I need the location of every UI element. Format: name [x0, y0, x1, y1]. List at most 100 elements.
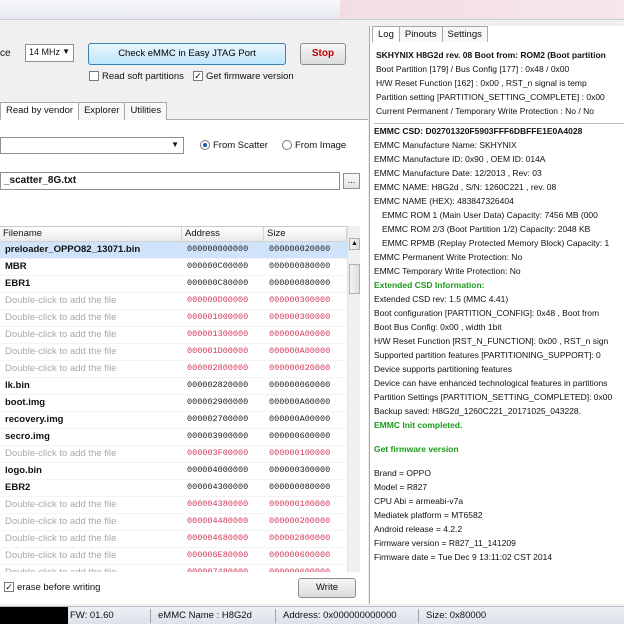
clock-speed-select[interactable]: 14 MHz ▼: [25, 44, 74, 62]
table-row[interactable]: EBR1 000000C80000 000000080000: [0, 276, 347, 293]
table-row[interactable]: boot.img 000002900000 000000A00000: [0, 395, 347, 412]
tab-read-by-vendor[interactable]: Read by vendor: [0, 102, 80, 120]
log-line: Backup saved: H8G2d_1260C221_20171025_04…: [374, 406, 582, 416]
log-line: EMMC ROM 1 (Main User Data) Capacity: 74…: [382, 210, 598, 220]
log-line: Current Permanent / Temporary Write Prot…: [376, 106, 594, 116]
row-filename: Double-click to add the file: [5, 499, 117, 510]
row-address: 000003F00000: [187, 448, 249, 458]
row-address: 000000D00000: [187, 295, 249, 305]
log-line: Firmware version = R827_11_141209: [374, 538, 516, 548]
read-soft-partitions-label: Read soft partitions: [102, 71, 184, 82]
erase-before-writing-label: erase before writing: [17, 582, 101, 593]
row-address: 000002820000: [187, 380, 249, 390]
log-line: Model = R827: [374, 482, 428, 492]
from-scatter-label: From Scatter: [213, 140, 268, 151]
tab-utilities[interactable]: Utilities: [124, 102, 168, 120]
table-row[interactable]: Double-click to add the file 000001000000…: [0, 310, 347, 327]
status-fw: FW: 01.60: [70, 610, 114, 621]
table-row[interactable]: Double-click to add the file 000001300000…: [0, 327, 347, 344]
table-row[interactable]: Double-click to add the file 000000D00000…: [0, 293, 347, 310]
log-line: Partition Settings [PARTITION_SETTING_CO…: [374, 392, 613, 402]
row-filename: Double-click to add the file: [5, 295, 117, 306]
row-filename: Double-click to add the file: [5, 346, 117, 357]
tab-explorer[interactable]: Explorer: [78, 102, 126, 120]
checkbox-box: [89, 71, 99, 82]
stop-button[interactable]: Stop: [300, 43, 346, 65]
table-row[interactable]: recovery.img 000002700000 000000A00000: [0, 412, 347, 429]
log-line: H/W Reset Function [162] : 0x00 , RST_n …: [376, 78, 587, 88]
log-spacer: [374, 456, 624, 466]
scatter-file-input[interactable]: _scatter_8G.txt: [0, 172, 340, 190]
table-body: preloader_OPPO82_13071.bin 000000000000 00…: [0, 242, 347, 572]
scrollbar-thumb[interactable]: [349, 264, 360, 294]
row-address: 000007480000: [187, 567, 249, 572]
get-firmware-version-checkbox[interactable]: ✓ Get firmware version: [193, 71, 294, 82]
row-filename: EBR2: [5, 482, 31, 493]
row-filename: Double-click to add the file: [5, 329, 117, 340]
radio-unselected-icon: [282, 140, 292, 151]
table-row[interactable]: Double-click to add the file 000004680000…: [0, 531, 347, 548]
row-size: 000000600000: [269, 550, 331, 560]
table-row[interactable]: logo.bin 000004000000 000000300000: [0, 463, 347, 480]
table-row[interactable]: EBR2 000004300000 000000080000: [0, 480, 347, 497]
status-size: Size: 0x80000: [426, 610, 487, 621]
log-line: CPU Abi = armeabi-v7a: [374, 496, 464, 506]
from-scatter-radio[interactable]: From Scatter: [200, 140, 268, 151]
vendor-select[interactable]: ▼: [0, 137, 184, 154]
checkmark-icon: ✓: [4, 582, 14, 593]
table-scrollbar[interactable]: ▲: [347, 226, 360, 572]
check-emmc-button[interactable]: Check eMMC in Easy JTAG Port: [88, 43, 286, 65]
from-image-radio[interactable]: From Image: [282, 140, 346, 151]
column-header-filename[interactable]: Filename: [0, 227, 182, 241]
status-redacted-block: [0, 607, 68, 624]
tab-log[interactable]: Log: [372, 26, 400, 42]
row-size: 000000600000: [269, 567, 331, 572]
row-filename: Double-click to add the file: [0, 565, 182, 572]
window-top-strip: [0, 0, 624, 20]
log-line: EMMC Temporary Write Protection: No: [374, 266, 521, 276]
table-row[interactable]: secro.img 000003900000 000000600000: [0, 429, 347, 446]
log-line: Boot Partition [179] / Bus Config [177] …: [376, 64, 570, 74]
row-address: 000006E80000: [187, 550, 249, 560]
log-line: EMMC Manufacture ID: 0x90 , OEM ID: 014A: [374, 154, 546, 164]
write-button[interactable]: Write: [298, 578, 356, 598]
tab-settings[interactable]: Settings: [441, 26, 488, 42]
status-emmc-name: eMMC Name : H8G2d: [158, 610, 252, 621]
log-line: EMMC RPMB (Replay Protected Memory Block…: [382, 238, 610, 248]
row-filename: lk.bin: [5, 380, 30, 391]
row-size: 000000100000: [269, 499, 331, 509]
log-line: EMMC Manufacture Name: SKHYNIX: [374, 140, 517, 150]
row-address: 000004480000: [187, 516, 249, 526]
table-row[interactable]: Double-click to add the file 000001D00000…: [0, 344, 347, 361]
read-soft-partitions-checkbox[interactable]: Read soft partitions: [89, 71, 184, 82]
column-header-size[interactable]: Size: [264, 227, 347, 241]
table-row[interactable]: Double-click to add the file 000003F00000…: [0, 446, 347, 463]
table-row[interactable]: Double-click to add the file 000004480000…: [0, 514, 347, 531]
erase-before-writing-checkbox[interactable]: ✓ erase before writing: [4, 582, 100, 593]
table-row[interactable]: preloader_OPPO82_13071.bin 000000000000 00…: [0, 242, 347, 259]
row-address: 000002900000: [187, 397, 249, 407]
log-line: EMMC NAME: H8G2d , S/N: 1260C221 , rev. …: [374, 182, 557, 192]
row-size: 000000020000: [269, 244, 331, 254]
radio-selected-icon: [200, 140, 210, 151]
chevron-down-icon: ▼: [171, 140, 179, 149]
column-header-address[interactable]: Address: [182, 227, 264, 241]
tab-pinouts[interactable]: Pinouts: [398, 26, 443, 42]
row-address: 000002800000: [187, 363, 249, 373]
scroll-up-arrow-icon[interactable]: ▲: [349, 238, 360, 250]
browse-button[interactable]: ...: [343, 173, 360, 189]
table-row[interactable]: Double-click to add the file 000004380000…: [0, 497, 347, 514]
table-row[interactable]: Double-click to add the file 000007480000…: [0, 565, 347, 572]
row-size: 000000300000: [269, 295, 331, 305]
log-line: Get firmware version: [374, 444, 459, 454]
row-size: 000000600000: [269, 431, 331, 441]
table-row[interactable]: Double-click to add the file 000006E80000…: [0, 548, 347, 565]
log-line: EMMC NAME (HEX): 483847326404: [374, 196, 514, 206]
table-row[interactable]: lk.bin 000002820000 000000060000: [0, 378, 347, 395]
table-row[interactable]: MBR 000000C00000 000000080000: [0, 259, 347, 276]
get-firmware-version-label: Get firmware version: [206, 71, 294, 82]
table-header: Filename Address Size: [0, 227, 347, 242]
row-size: 000002800000: [269, 533, 331, 543]
table-row[interactable]: Double-click to add the file 000002800000…: [0, 361, 347, 378]
log-line: Boot configuration [PARTITION_CONFIG]: 0…: [374, 308, 600, 318]
